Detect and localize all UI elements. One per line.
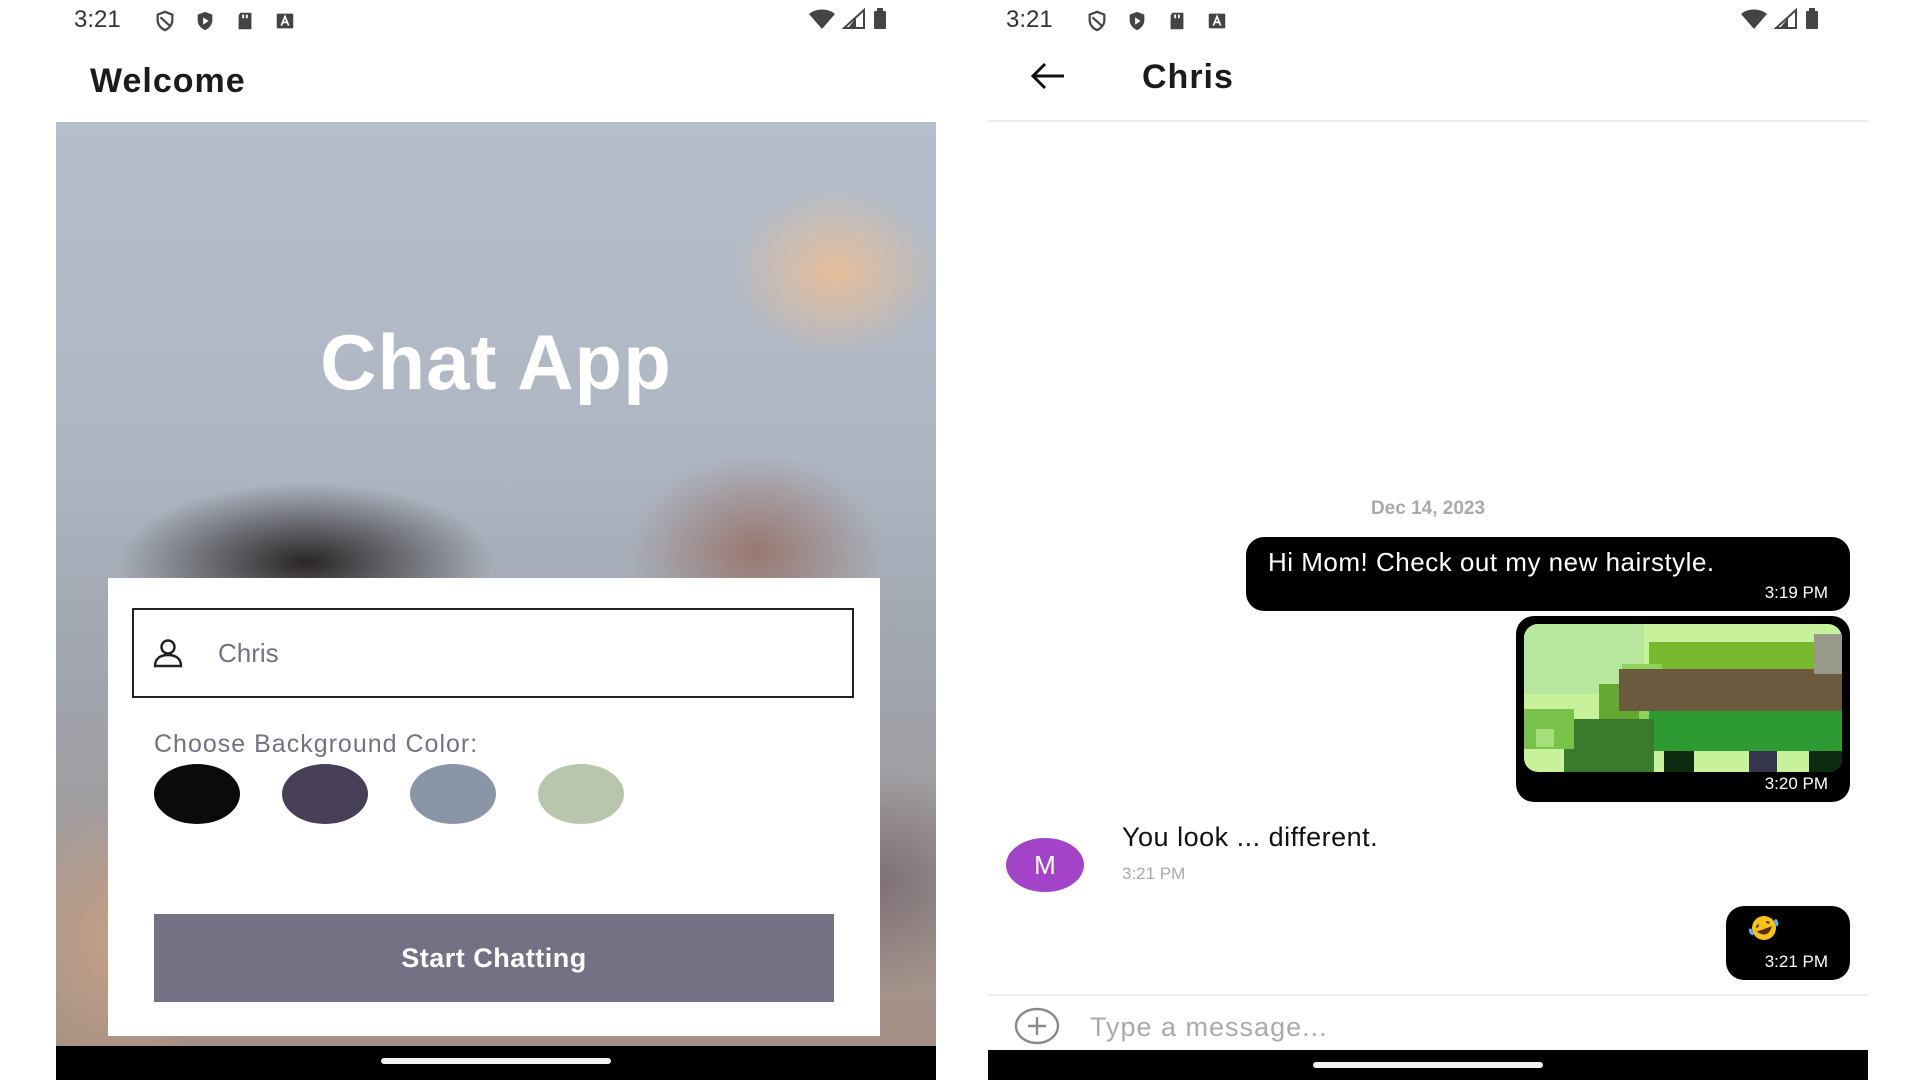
font-a-icon bbox=[1204, 8, 1230, 34]
shield-icon bbox=[1084, 8, 1110, 34]
page-title: Welcome bbox=[90, 62, 246, 100]
name-field[interactable] bbox=[132, 608, 854, 698]
signal-icon bbox=[841, 7, 866, 35]
color-swatch-sage-green[interactable] bbox=[538, 764, 624, 824]
sd-card-icon bbox=[232, 8, 258, 34]
background-photo: Chat App Choose Background Color: Start … bbox=[56, 122, 936, 1062]
message-text-incoming: You look ... different. bbox=[1122, 822, 1379, 852]
message-text: Hi Mom! Check out my new hairstyle. bbox=[1268, 547, 1715, 577]
welcome-screen: 3:21 Welcome Chat App Chris Choose Backg… bbox=[56, 0, 936, 1080]
status-time: 3:21 bbox=[74, 6, 121, 33]
login-card: Choose Background Color: Start Chatting bbox=[108, 578, 880, 1036]
home-gesture-handle[interactable] bbox=[1313, 1062, 1543, 1068]
add-attachment-button[interactable] bbox=[1010, 1006, 1064, 1046]
status-time: 3:21 bbox=[1006, 6, 1053, 33]
app-title: Chat App bbox=[320, 318, 672, 406]
status-bar: 3:21 bbox=[988, 0, 1868, 40]
color-swatch-black[interactable] bbox=[154, 764, 240, 824]
rolling-laughing-emoji-icon bbox=[1748, 914, 1784, 942]
shield-icon bbox=[152, 8, 178, 34]
message-time: 3:20 PM bbox=[1764, 774, 1828, 793]
start-chatting-button[interactable]: Start Chatting bbox=[154, 914, 834, 1002]
message-time: 3:21 PM bbox=[1764, 952, 1828, 971]
sd-card-icon bbox=[1164, 8, 1190, 34]
name-input[interactable] bbox=[216, 636, 820, 670]
avatar: M bbox=[1006, 838, 1084, 892]
image-message-bubble[interactable]: 3:20 PM bbox=[1516, 616, 1850, 802]
choose-color-label: Choose Background Color: bbox=[154, 730, 479, 758]
back-arrow-icon[interactable] bbox=[1028, 56, 1068, 96]
message-time: 3:19 PM bbox=[1764, 583, 1828, 602]
color-swatches bbox=[154, 764, 624, 824]
message-input[interactable] bbox=[1088, 1006, 1792, 1048]
chat-title: Chris bbox=[1142, 58, 1234, 96]
battery-icon bbox=[1804, 8, 1820, 35]
battery-icon bbox=[872, 8, 888, 35]
person-icon bbox=[148, 633, 188, 673]
app-bar: Welcome bbox=[56, 40, 936, 122]
date-separator: Dec 14, 2023 bbox=[1370, 498, 1486, 519]
home-gesture-handle[interactable] bbox=[381, 1058, 611, 1064]
message-input-bar bbox=[988, 994, 1868, 1052]
wifi-icon bbox=[808, 8, 836, 35]
navigation-bar bbox=[988, 1050, 1868, 1080]
status-bar: 3:21 bbox=[56, 0, 936, 40]
app-bar: Chris bbox=[988, 40, 1868, 122]
message-image[interactable] bbox=[1524, 624, 1842, 772]
message-time-incoming: 3:21 PM bbox=[1122, 864, 1186, 883]
emoji-message-bubble[interactable]: 3:21 PM bbox=[1726, 906, 1850, 980]
navigation-bar bbox=[56, 1046, 936, 1080]
message-bubble-outgoing[interactable]: Hi Mom! Check out my new hairstyle. 3:19… bbox=[1246, 537, 1850, 611]
signal-icon bbox=[1773, 7, 1798, 35]
play-shield-icon bbox=[192, 8, 218, 34]
chat-screen: 3:21 Chris Dec 14, 2023 Hi Mom! Check ou… bbox=[988, 0, 1868, 1080]
wifi-icon bbox=[1740, 8, 1768, 35]
font-a-icon bbox=[272, 8, 298, 34]
color-swatch-purple[interactable] bbox=[282, 764, 368, 824]
color-swatch-gray-blue[interactable] bbox=[410, 764, 496, 824]
play-shield-icon bbox=[1124, 8, 1150, 34]
